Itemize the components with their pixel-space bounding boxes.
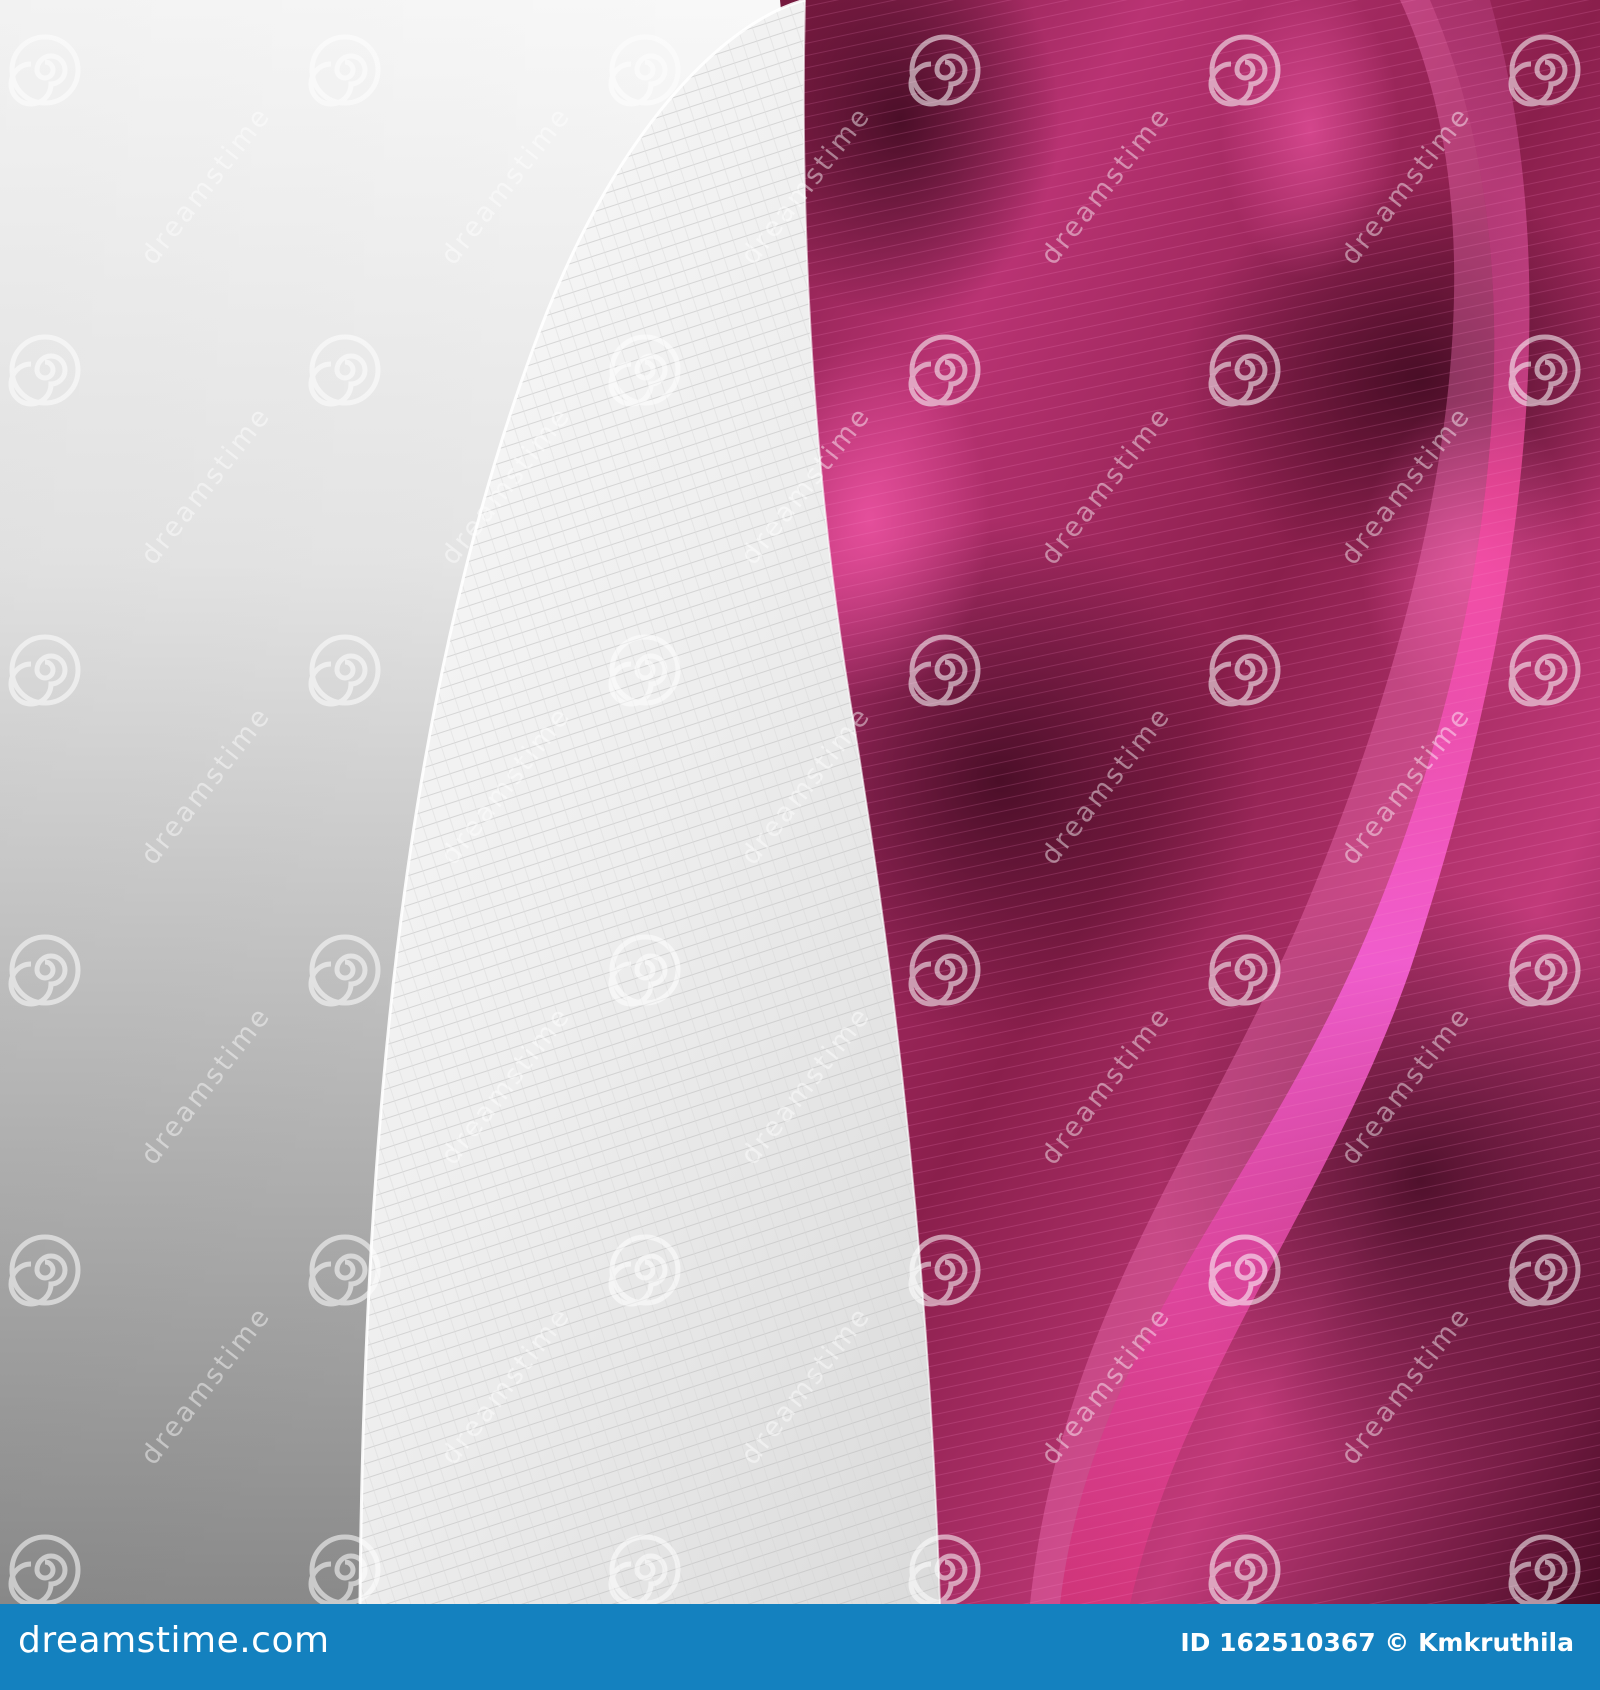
image-id: ID 162510367 <box>1180 1628 1376 1657</box>
author-name[interactable]: Kmkruthila <box>1418 1628 1574 1657</box>
copyright-icon: © <box>1384 1628 1410 1657</box>
abstract-wave-artwork <box>0 0 1600 1604</box>
footer-credit: ID 162510367 © Kmkruthila <box>1180 1628 1574 1657</box>
footer-logo[interactable]: dreamstime.com <box>18 1620 330 1661</box>
stock-footer-bar: dreamstime.com ID 162510367 © Kmkruthila <box>0 1604 1600 1690</box>
